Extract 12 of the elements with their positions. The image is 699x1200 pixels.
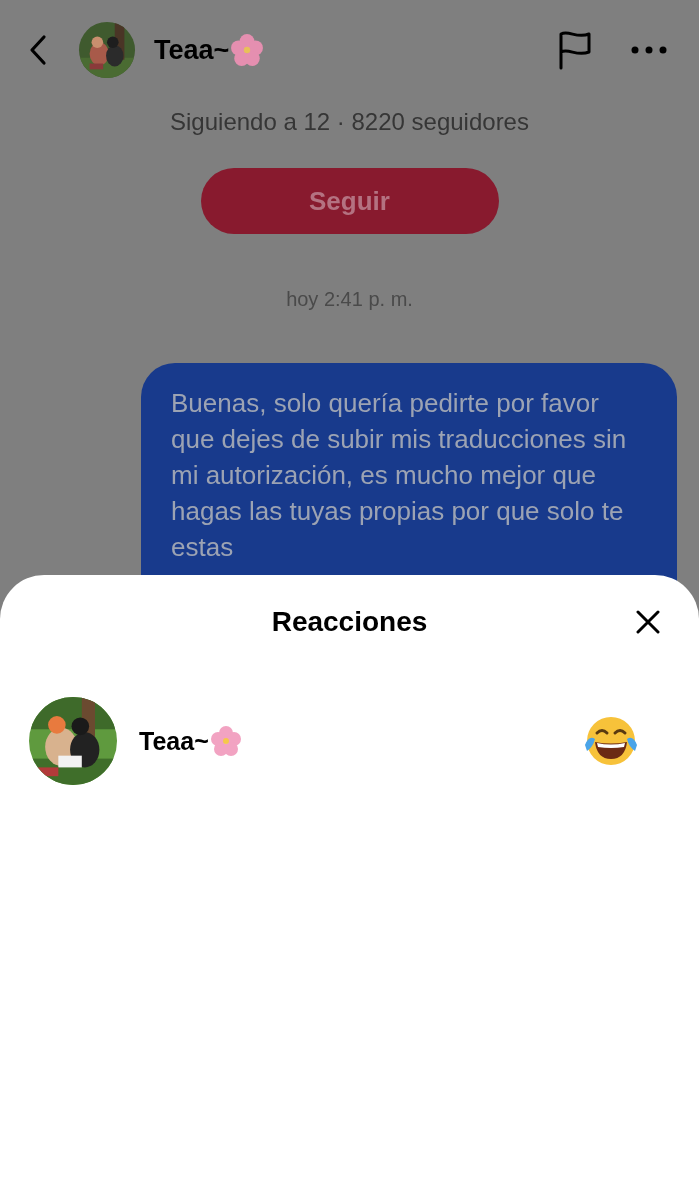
flower-icon: [209, 725, 242, 757]
follow-button[interactable]: Seguir: [200, 168, 499, 234]
flag-icon[interactable]: [557, 30, 593, 70]
follow-stats: Siguiendo a 12 · 8220 seguidores: [169, 108, 530, 136]
close-icon[interactable]: [636, 610, 660, 634]
username: Teaa~: [139, 726, 209, 756]
laughing-face-icon: [583, 715, 639, 767]
sheet-title: Reacciones: [271, 606, 428, 638]
username: Teaa~: [154, 34, 230, 66]
back-icon[interactable]: [28, 34, 48, 66]
more-icon[interactable]: [631, 46, 667, 54]
flower-icon: [230, 33, 265, 67]
